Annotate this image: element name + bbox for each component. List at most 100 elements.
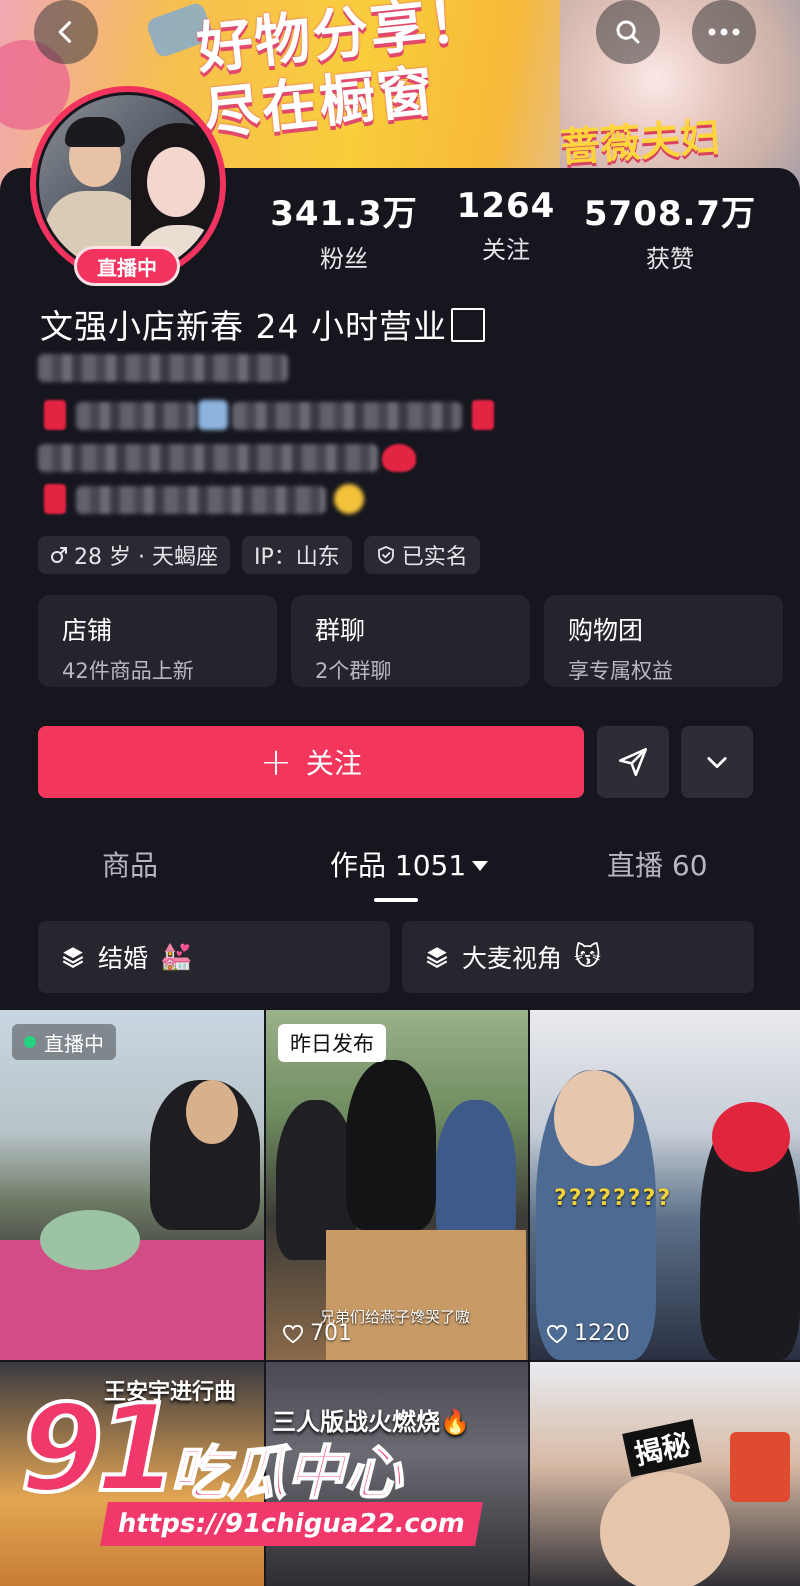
video-likes: 701 [282, 1321, 352, 1346]
thumbnail-snack [730, 1432, 790, 1502]
avatar-figure [65, 117, 125, 147]
card-title: 购物团 [568, 616, 644, 645]
banner-brand: 蔷薇夫妇 [558, 114, 722, 172]
card-title: 群聊 [315, 616, 366, 645]
thumbnail-pot [40, 1210, 140, 1270]
stat-value: 5708.7万 [583, 194, 757, 234]
tag-verified[interactable]: 已实名 [363, 536, 480, 574]
follow-button[interactable]: + 关注 [38, 726, 584, 798]
back-button[interactable] [34, 0, 98, 64]
bio-blurred-line [76, 486, 326, 514]
tab-works[interactable]: 作品 1051 [330, 844, 489, 884]
frame-icon [450, 308, 485, 342]
collection-wedding[interactable]: 结婚 💒 [38, 921, 390, 993]
stat-followers[interactable]: 341.3万 粉丝 [254, 186, 434, 274]
bio-emoji [334, 484, 364, 514]
new-chip: 昨日发布 [278, 1024, 386, 1062]
watermark-url: https://91chigua22.com [100, 1502, 483, 1546]
card-subtitle: 42件商品上新 [62, 659, 194, 683]
content-tabs: 商品 作品 1051 直播 60 [0, 844, 800, 904]
thumbnail-figure [346, 1060, 436, 1230]
watermark-text: 吃瓜中心 [169, 1438, 403, 1508]
more-button[interactable] [692, 0, 756, 64]
watermark-number: 91 [18, 1378, 181, 1521]
likes-count: 1220 [574, 1321, 630, 1346]
card-shopping-group[interactable]: 购物团 享专属权益 [544, 595, 783, 687]
collections: 结婚 💒 大麦视角 😽 [38, 921, 754, 993]
dropdown-button[interactable] [681, 726, 753, 798]
share-button[interactable] [597, 726, 669, 798]
thumbnail-table [0, 1240, 264, 1360]
video-title: 揭秘 [622, 1418, 702, 1478]
stat-value: 1264 [456, 186, 556, 226]
profile-name: 文强小店新春 24 小时营业 [40, 300, 485, 348]
bio-emoji [44, 400, 66, 430]
bio-emoji [44, 484, 66, 514]
bio-emoji [382, 444, 416, 472]
stat-likes[interactable]: 5708.7万 获赞 [580, 186, 760, 274]
collection-label: 结婚 [98, 944, 149, 973]
banner-headline: 好物分享！ 尽在橱窗 [194, 0, 496, 149]
card-group-chat[interactable]: 群聊 2个群聊 [291, 595, 530, 687]
likes-count: 701 [310, 1321, 352, 1346]
collection-label: 大麦视角 [462, 944, 563, 973]
male-icon [51, 547, 67, 563]
follow-label: 关注 [305, 747, 362, 780]
site-watermark: 91 吃瓜中心 https://91chigua22.com [18, 1378, 483, 1560]
tag-ip: IP：山东 [241, 536, 352, 574]
video-thumbnail[interactable]: ???????? 1220 [530, 1010, 800, 1360]
tab-label: 作品 1051 [330, 849, 467, 882]
profile-name-text: 文强小店新春 24 小时营业 [40, 307, 447, 346]
live-badge[interactable]: 直播中 [74, 246, 180, 286]
heart-icon [546, 1324, 568, 1343]
video-likes: 1220 [546, 1321, 630, 1346]
heart-icon [282, 1324, 304, 1343]
search-button[interactable] [596, 0, 660, 64]
chevron-down-icon [707, 757, 727, 769]
bio-blurred-line [38, 444, 378, 472]
thumbnail-figure [554, 1070, 634, 1166]
layers-icon [62, 947, 84, 968]
thumbnail-figure [712, 1102, 790, 1172]
card-subtitle: 2个群聊 [315, 659, 392, 683]
stat-label: 粉丝 [320, 245, 368, 273]
plus-icon: + [260, 740, 292, 784]
thumbnail-box [326, 1230, 526, 1360]
video-overlay-text: ???????? [554, 1186, 673, 1211]
verified-shield-icon [377, 546, 394, 564]
kissing-cat-icon: 😽 [574, 942, 602, 972]
bio-blurred-line [232, 402, 462, 430]
layers-icon [426, 947, 448, 968]
tab-live[interactable]: 直播 60 [607, 844, 708, 884]
stat-label: 获赞 [646, 245, 694, 273]
tab-active-indicator [374, 898, 418, 902]
tag-text: 已实名 [401, 545, 468, 570]
stat-following[interactable]: 1264 关注 [416, 186, 596, 265]
tab-products[interactable]: 商品 [102, 844, 158, 884]
chevron-left-icon [58, 21, 72, 43]
feature-cards: 店铺 42件商品上新 群聊 2个群聊 购物团 享专属权益 [38, 595, 783, 687]
avatar-figure [147, 147, 205, 217]
thumbnail-figure [600, 1472, 730, 1586]
video-thumbnail[interactable]: 直播中 [0, 1010, 264, 1360]
video-thumbnail[interactable]: 昨日发布 兄弟们给燕子馋哭了嗷 701 [266, 1010, 528, 1360]
stat-label: 关注 [482, 236, 530, 264]
live-dot-icon [24, 1036, 36, 1048]
bio-emoji [472, 400, 494, 430]
more-horizontal-icon [708, 28, 740, 36]
thumbnail-figure [436, 1100, 516, 1250]
chapel-icon: 💒 [160, 942, 193, 972]
stat-value: 341.3万 [270, 194, 418, 234]
search-icon [616, 20, 640, 44]
send-icon [618, 747, 648, 777]
caret-down-icon [472, 861, 489, 871]
collection-damai-view[interactable]: 大麦视角 😽 [402, 921, 754, 993]
bio-blurred-line [76, 402, 196, 430]
video-thumbnail[interactable]: 揭秘 [530, 1362, 800, 1586]
live-chip: 直播中 [12, 1024, 116, 1060]
bio-blurred-line [38, 354, 288, 382]
card-shop[interactable]: 店铺 42件商品上新 [38, 595, 277, 687]
live-chip-label: 直播中 [44, 1031, 104, 1056]
tag-text: IP：山东 [253, 545, 340, 570]
card-subtitle: 享专属权益 [568, 659, 673, 683]
